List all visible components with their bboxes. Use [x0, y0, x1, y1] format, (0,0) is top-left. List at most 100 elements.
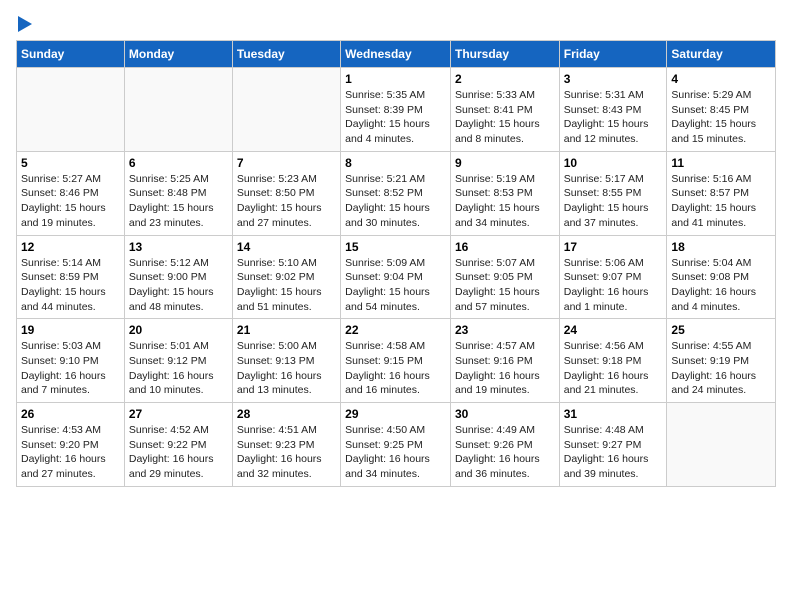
calendar-cell: 31 Sunrise: 4:48 AMSunset: 9:27 PMDayligh… — [559, 403, 667, 487]
day-number: 18 — [671, 240, 771, 254]
calendar-cell: 4Sunrise: 5:29 AMSunset: 8:45 PMDaylight… — [667, 68, 776, 152]
day-info: Sunrise: 5:16 AMSunset: 8:57 PMDaylight:… — [671, 172, 771, 231]
day-info: Sunrise: 5:21 AMSunset: 8:52 PMDaylight:… — [345, 172, 446, 231]
calendar-cell: 1 Sunrise: 5:35 AMSunset: 8:39 PMDaylight… — [341, 68, 451, 152]
logo — [16, 16, 32, 32]
calendar-cell: 16 Sunrise: 5:07 AMSunset: 9:05 PMDayligh… — [450, 235, 559, 319]
calendar-cell — [17, 68, 125, 152]
calendar-cell — [667, 403, 776, 487]
day-info: Sunrise: 4:50 AMSunset: 9:25 PMDaylight:… — [345, 423, 446, 482]
calendar-cell: 9Sunrise: 5:19 AMSunset: 8:53 PMDaylight… — [450, 151, 559, 235]
day-number: 16 — [455, 240, 555, 254]
calendar-cell: 20 Sunrise: 5:01 AMSunset: 9:12 PMDayligh… — [124, 319, 232, 403]
day-number: 8 — [345, 156, 446, 170]
day-number: 3 — [564, 72, 663, 86]
calendar-week-row: 26 Sunrise: 4:53 AMSunset: 9:20 PMDayligh… — [17, 403, 776, 487]
calendar-cell: 29 Sunrise: 4:50 AMSunset: 9:25 PMDayligh… — [341, 403, 451, 487]
day-info: Sunrise: 4:58 AMSunset: 9:15 PMDaylight:… — [345, 339, 446, 398]
day-info: Sunrise: 5:14 AMSunset: 8:59 PMDaylight:… — [21, 256, 120, 315]
day-info: Sunrise: 5:31 AMSunset: 8:43 PMDaylight:… — [564, 88, 663, 147]
day-info: Sunrise: 5:17 AMSunset: 8:55 PMDaylight:… — [564, 172, 663, 231]
day-info: Sunrise: 5:10 AMSunset: 9:02 PMDaylight:… — [237, 256, 336, 315]
day-number: 27 — [129, 407, 228, 421]
day-number: 12 — [21, 240, 120, 254]
day-info: Sunrise: 4:53 AMSunset: 9:20 PMDaylight:… — [21, 423, 120, 482]
day-info: Sunrise: 5:09 AMSunset: 9:04 PMDaylight:… — [345, 256, 446, 315]
weekday-header: Friday — [559, 41, 667, 68]
calendar-cell: 19 Sunrise: 5:03 AMSunset: 9:10 PMDayligh… — [17, 319, 125, 403]
day-number: 5 — [21, 156, 120, 170]
day-number: 14 — [237, 240, 336, 254]
calendar-cell: 2Sunrise: 5:33 AMSunset: 8:41 PMDaylight… — [450, 68, 559, 152]
calendar-cell: 25 Sunrise: 4:55 AMSunset: 9:19 PMDayligh… — [667, 319, 776, 403]
day-info: Sunrise: 5:35 AMSunset: 8:39 PMDaylight:… — [345, 88, 446, 147]
calendar-cell: 13 Sunrise: 5:12 AMSunset: 9:00 PMDayligh… — [124, 235, 232, 319]
day-number: 21 — [237, 323, 336, 337]
day-number: 23 — [455, 323, 555, 337]
calendar-cell: 28 Sunrise: 4:51 AMSunset: 9:23 PMDayligh… — [232, 403, 340, 487]
day-info: Sunrise: 5:12 AMSunset: 9:00 PMDaylight:… — [129, 256, 228, 315]
day-info: Sunrise: 5:01 AMSunset: 9:12 PMDaylight:… — [129, 339, 228, 398]
calendar-cell — [232, 68, 340, 152]
day-number: 6 — [129, 156, 228, 170]
weekday-header: Monday — [124, 41, 232, 68]
day-number: 30 — [455, 407, 555, 421]
calendar-cell: 24 Sunrise: 4:56 AMSunset: 9:18 PMDayligh… — [559, 319, 667, 403]
day-info: Sunrise: 4:55 AMSunset: 9:19 PMDaylight:… — [671, 339, 771, 398]
calendar-cell: 11 Sunrise: 5:16 AMSunset: 8:57 PMDayligh… — [667, 151, 776, 235]
day-number: 11 — [671, 156, 771, 170]
logo-arrow-icon — [18, 16, 32, 32]
day-number: 13 — [129, 240, 228, 254]
day-info: Sunrise: 4:56 AMSunset: 9:18 PMDaylight:… — [564, 339, 663, 398]
day-number: 17 — [564, 240, 663, 254]
calendar-cell: 7 Sunrise: 5:23 AMSunset: 8:50 PMDaylight… — [232, 151, 340, 235]
calendar-week-row: 12 Sunrise: 5:14 AMSunset: 8:59 PMDayligh… — [17, 235, 776, 319]
calendar-cell — [124, 68, 232, 152]
day-info: Sunrise: 4:51 AMSunset: 9:23 PMDaylight:… — [237, 423, 336, 482]
calendar-cell: 6Sunrise: 5:25 AMSunset: 8:48 PMDaylight… — [124, 151, 232, 235]
day-number: 4 — [671, 72, 771, 86]
day-number: 20 — [129, 323, 228, 337]
day-number: 29 — [345, 407, 446, 421]
calendar-table: SundayMondayTuesdayWednesdayThursdayFrid… — [16, 40, 776, 487]
day-info: Sunrise: 5:19 AMSunset: 8:53 PMDaylight:… — [455, 172, 555, 231]
calendar-cell: 21 Sunrise: 5:00 AMSunset: 9:13 PMDayligh… — [232, 319, 340, 403]
calendar-cell: 23Sunrise: 4:57 AMSunset: 9:16 PMDayligh… — [450, 319, 559, 403]
calendar-cell: 12 Sunrise: 5:14 AMSunset: 8:59 PMDayligh… — [17, 235, 125, 319]
calendar-cell: 8 Sunrise: 5:21 AMSunset: 8:52 PMDaylight… — [341, 151, 451, 235]
day-info: Sunrise: 5:07 AMSunset: 9:05 PMDaylight:… — [455, 256, 555, 315]
calendar-week-row: 19 Sunrise: 5:03 AMSunset: 9:10 PMDayligh… — [17, 319, 776, 403]
weekday-header: Saturday — [667, 41, 776, 68]
day-info: Sunrise: 5:23 AMSunset: 8:50 PMDaylight:… — [237, 172, 336, 231]
day-number: 19 — [21, 323, 120, 337]
calendar-cell: 14 Sunrise: 5:10 AMSunset: 9:02 PMDayligh… — [232, 235, 340, 319]
day-number: 1 — [345, 72, 446, 86]
day-info: Sunrise: 5:03 AMSunset: 9:10 PMDaylight:… — [21, 339, 120, 398]
day-info: Sunrise: 5:27 AMSunset: 8:46 PMDaylight:… — [21, 172, 120, 231]
calendar-cell: 22 Sunrise: 4:58 AMSunset: 9:15 PMDayligh… — [341, 319, 451, 403]
calendar-cell: 5 Sunrise: 5:27 AMSunset: 8:46 PMDaylight… — [17, 151, 125, 235]
day-number: 22 — [345, 323, 446, 337]
calendar-cell: 17 Sunrise: 5:06 AMSunset: 9:07 PMDayligh… — [559, 235, 667, 319]
day-number: 15 — [345, 240, 446, 254]
calendar-cell: 3 Sunrise: 5:31 AMSunset: 8:43 PMDaylight… — [559, 68, 667, 152]
weekday-header: Sunday — [17, 41, 125, 68]
day-number: 24 — [564, 323, 663, 337]
day-info: Sunrise: 5:04 AMSunset: 9:08 PMDaylight:… — [671, 256, 771, 315]
day-info: Sunrise: 4:48 AMSunset: 9:27 PMDaylight:… — [564, 423, 663, 482]
calendar-header-row: SundayMondayTuesdayWednesdayThursdayFrid… — [17, 41, 776, 68]
day-number: 26 — [21, 407, 120, 421]
weekday-header: Tuesday — [232, 41, 340, 68]
day-number: 25 — [671, 323, 771, 337]
day-number: 10 — [564, 156, 663, 170]
weekday-header: Wednesday — [341, 41, 451, 68]
day-info: Sunrise: 4:52 AMSunset: 9:22 PMDaylight:… — [129, 423, 228, 482]
day-number: 28 — [237, 407, 336, 421]
day-number: 7 — [237, 156, 336, 170]
calendar-cell: 30Sunrise: 4:49 AMSunset: 9:26 PMDayligh… — [450, 403, 559, 487]
day-info: Sunrise: 5:06 AMSunset: 9:07 PMDaylight:… — [564, 256, 663, 315]
calendar-cell: 18 Sunrise: 5:04 AMSunset: 9:08 PMDayligh… — [667, 235, 776, 319]
day-info: Sunrise: 5:00 AMSunset: 9:13 PMDaylight:… — [237, 339, 336, 398]
calendar-week-row: 5 Sunrise: 5:27 AMSunset: 8:46 PMDaylight… — [17, 151, 776, 235]
day-number: 31 — [564, 407, 663, 421]
